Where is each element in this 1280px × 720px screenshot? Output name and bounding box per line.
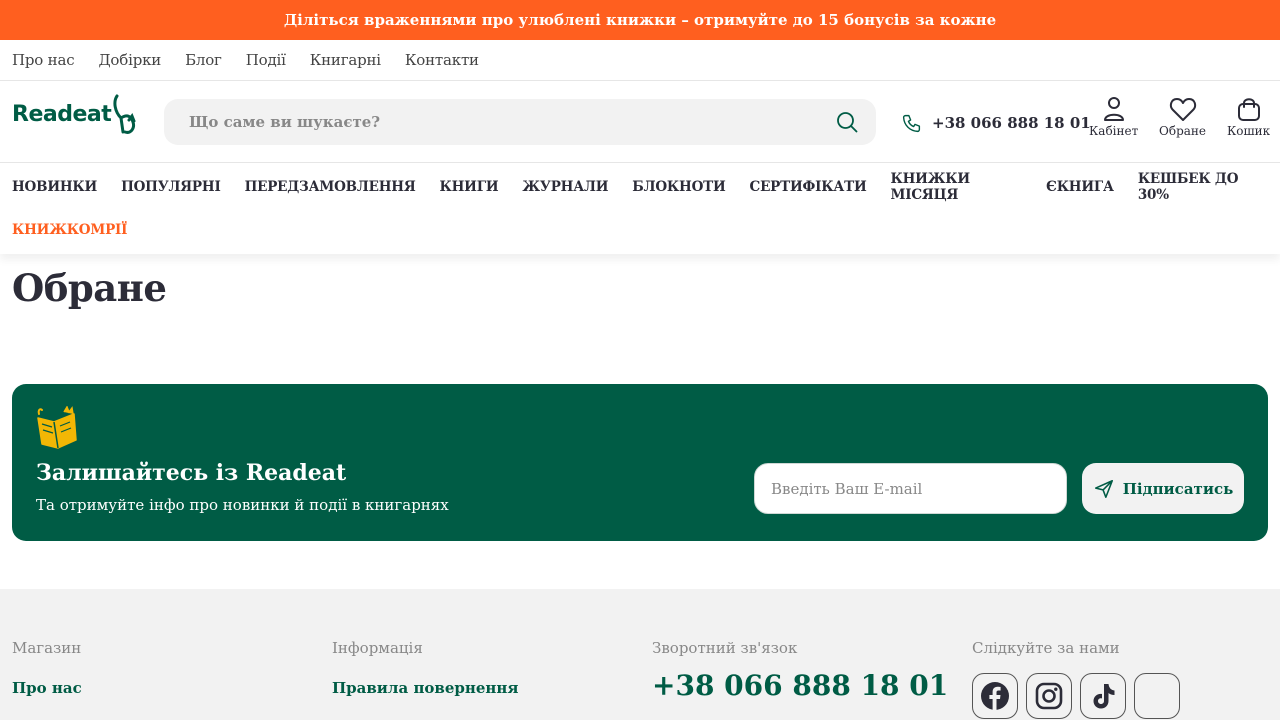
send-icon [1094, 479, 1113, 498]
category-books[interactable]: КНИГИ [440, 179, 499, 195]
logo-text: Readeat [12, 101, 112, 127]
footer-returns-link[interactable]: Правила повернення [332, 679, 518, 697]
footer-contact-column: Зворотний зв'язок +38 066 888 18 01 [652, 639, 948, 702]
category-notebooks[interactable]: БЛОКНОТИ [632, 179, 725, 195]
category-books-of-month[interactable]: КНИЖКИ МІСЯЦЯ [891, 171, 1023, 203]
cart-button[interactable]: Кошик [1227, 96, 1270, 138]
subscribe-title: Залишайтесь із Readeat [36, 460, 347, 486]
footer-shop-column: Магазин Про нас [12, 639, 82, 697]
book-cat-icon [36, 405, 82, 456]
facebook-icon[interactable] [972, 673, 1018, 719]
heart-icon [1169, 98, 1196, 121]
footer-phone-link[interactable]: +38 066 888 18 01 [652, 669, 948, 702]
search-icon[interactable] [836, 111, 858, 137]
category-row: НОВИНКИ ПОПУЛЯРНІ ПЕРЕДЗАМОВЛЕННЯ КНИГИ … [12, 164, 1280, 210]
cart-label: Кошик [1227, 124, 1271, 138]
topnav-collections[interactable]: Добірки [98, 51, 161, 69]
favorites-label: Обране [1159, 124, 1206, 138]
topnav-bookstores[interactable]: Книгарні [310, 51, 381, 69]
footer-shop-heading: Магазин [12, 639, 82, 657]
topnav-blog[interactable]: Блог [185, 51, 222, 69]
instagram-icon[interactable] [1026, 673, 1072, 719]
category-row-2: КНИЖКОМРІЇ [12, 208, 1280, 252]
footer-info-column: Інформація Правила повернення [332, 639, 518, 697]
account-button[interactable]: Кабінет [1089, 96, 1138, 138]
tiktok-icon[interactable] [1080, 673, 1126, 719]
footer-social-column: Слідкуйте за нами [972, 639, 1188, 719]
footer-contact-heading: Зворотний зв'язок [652, 639, 798, 657]
category-magazines[interactable]: ЖУРНАЛИ [522, 179, 608, 195]
category-ebook[interactable]: ЄКНИГА [1046, 179, 1114, 195]
social-links [972, 673, 1188, 719]
bag-icon [1237, 98, 1260, 121]
subscribe-button[interactable]: Підписатись [1082, 463, 1244, 514]
account-label: Кабінет [1089, 124, 1139, 138]
user-icon [1103, 97, 1124, 121]
top-navigation: Про нас Добірки Блог Події Книгарні Конт… [0, 40, 1280, 81]
page-title: Обране [12, 266, 167, 310]
site-footer: Магазин Про нас Інформація Правила повер… [0, 589, 1280, 720]
category-book-dreams[interactable]: КНИЖКОМРІЇ [12, 222, 127, 238]
category-preorder[interactable]: ПЕРЕДЗАМОВЛЕННЯ [245, 179, 416, 195]
search-input[interactable] [164, 99, 824, 145]
email-field[interactable] [754, 463, 1067, 514]
phone-number: +38 066 888 18 01 [932, 114, 1091, 132]
site-logo[interactable]: Readeat [12, 91, 142, 137]
topnav-contacts[interactable]: Контакти [405, 51, 479, 69]
footer-info-heading: Інформація [332, 639, 423, 657]
category-new[interactable]: НОВИНКИ [12, 179, 97, 195]
topnav-events[interactable]: Події [246, 51, 286, 69]
topnav-about[interactable]: Про нас [12, 51, 75, 69]
phone-icon [902, 114, 921, 132]
footer-about-link[interactable]: Про нас [12, 679, 82, 697]
footer-social-heading: Слідкуйте за нами [972, 639, 1120, 657]
search-bar [164, 99, 876, 145]
category-cashback[interactable]: КЕШБЕК ДО 30% [1138, 171, 1256, 203]
other-icon[interactable] [1134, 673, 1180, 719]
category-certificates[interactable]: СЕРТИФІКАТИ [750, 179, 867, 195]
logo-cat-icon [113, 94, 136, 134]
subscribe-text: Та отримуйте інфо про новинки й події в … [36, 496, 449, 514]
category-popular[interactable]: ПОПУЛЯРНІ [121, 179, 221, 195]
promo-banner[interactable]: Діліться враженнями про улюблені книжки … [0, 0, 1280, 40]
site-header: Readeat +38 066 888 18 01 Кабінет Обране… [0, 81, 1280, 163]
subscribe-banner: Залишайтесь із Readeat Та отримуйте інфо… [12, 384, 1268, 541]
category-navigation: НОВИНКИ ПОПУЛЯРНІ ПЕРЕДЗАМОВЛЕННЯ КНИГИ … [0, 164, 1280, 254]
subscribe-button-label: Підписатись [1122, 479, 1234, 498]
header-phone[interactable]: +38 066 888 18 01 [901, 109, 1091, 137]
favorites-button[interactable]: Обране [1159, 96, 1206, 138]
